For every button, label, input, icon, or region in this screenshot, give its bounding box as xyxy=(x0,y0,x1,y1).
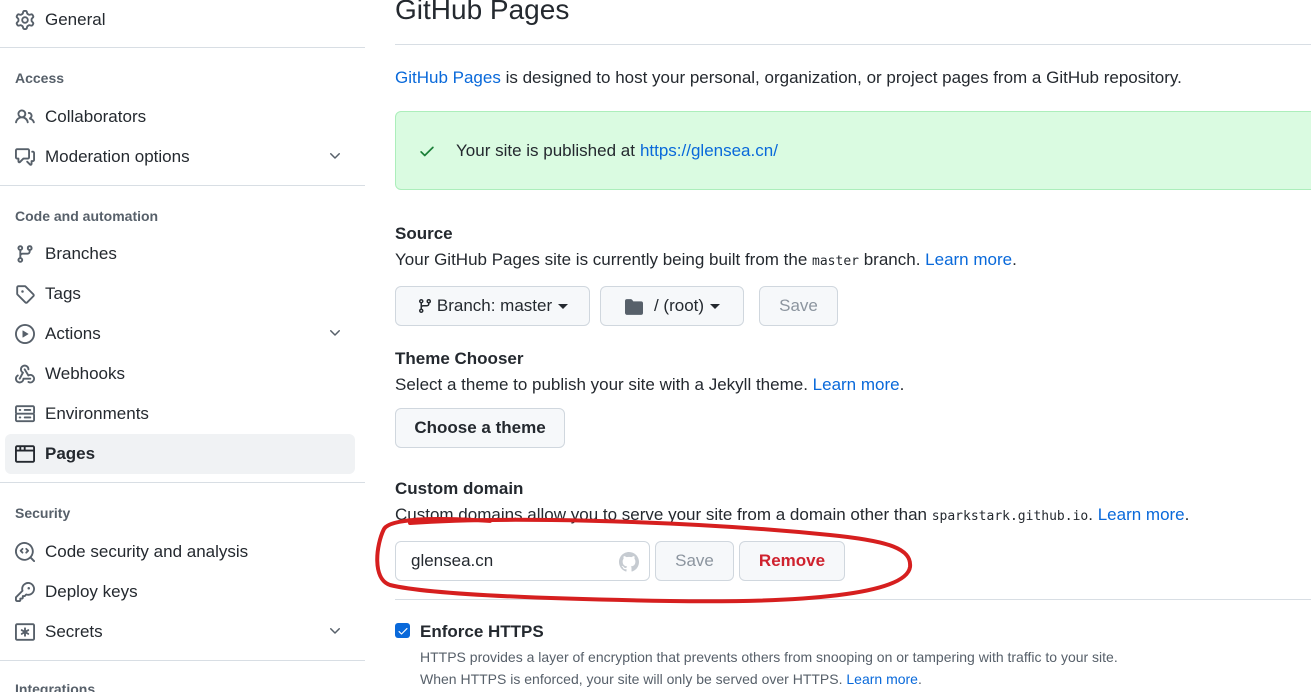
sidebar-item-actions[interactable]: Actions xyxy=(5,314,355,354)
custom-domain-value: glensea.cn xyxy=(411,551,494,570)
github-mark-icon xyxy=(619,552,639,572)
sidebar-item-label: Code security and analysis xyxy=(45,542,249,561)
sidebar-item-label: Actions xyxy=(45,324,101,343)
server-icon xyxy=(14,403,36,425)
source-learn-more-link[interactable]: Learn more xyxy=(925,250,1012,269)
domain-remove-button[interactable]: Remove xyxy=(739,541,845,581)
section-heading-access: Access xyxy=(15,70,65,86)
tag-icon xyxy=(14,283,36,305)
git-branch-icon xyxy=(417,298,433,314)
sidebar-item-label: General xyxy=(45,10,106,29)
webhook-icon xyxy=(14,363,36,385)
gear-icon xyxy=(14,9,36,31)
sidebar-item-moderation[interactable]: Moderation options xyxy=(5,137,355,177)
domain-learn-more-link[interactable]: Learn more xyxy=(1098,505,1185,524)
branch-select-label: Branch: master xyxy=(436,296,553,315)
enforce-https-checkbox[interactable] xyxy=(395,623,410,638)
custom-domain-input[interactable]: glensea.cn xyxy=(395,541,650,581)
source-desc-text: Your GitHub Pages site is currently bein… xyxy=(395,250,813,269)
settings-sidebar: General Access Collaborators Moderation … xyxy=(0,0,365,692)
section-heading-code-automation: Code and automation xyxy=(15,208,159,224)
caret-down-icon xyxy=(710,303,721,309)
divider xyxy=(0,482,365,483)
published-flash: Your site is published at https://glense… xyxy=(395,111,1311,190)
chevron-down-icon[interactable] xyxy=(327,623,343,639)
pages-settings-main: GitHub Pages GitHub Pages is designed to… xyxy=(395,0,1311,692)
sidebar-item-label: Tags xyxy=(45,284,81,303)
sidebar-item-webhooks[interactable]: Webhooks xyxy=(5,354,355,394)
branch-code: master xyxy=(812,254,859,269)
sidebar-item-label: Secrets xyxy=(45,622,103,641)
sidebar-item-general[interactable]: General xyxy=(5,0,355,40)
sidebar-item-environments[interactable]: Environments xyxy=(5,394,355,434)
sidebar-item-label: Deploy keys xyxy=(45,582,138,601)
check-icon xyxy=(418,142,436,160)
theme-learn-more-link[interactable]: Learn more xyxy=(813,375,900,394)
https-help-line2: When HTTPS is enforced, your site will o… xyxy=(420,671,922,687)
flash-text: Your site is published at xyxy=(456,140,635,160)
sidebar-item-collaborators[interactable]: Collaborators xyxy=(5,97,355,137)
custom-domain-heading: Custom domain xyxy=(395,479,524,498)
key-icon xyxy=(14,581,36,603)
branch-select-button[interactable]: Branch: master xyxy=(395,286,590,326)
codescan-icon xyxy=(14,541,36,563)
sidebar-item-label: Collaborators xyxy=(45,107,147,126)
folder-select-label: / (root) xyxy=(653,296,705,315)
browser-icon xyxy=(14,443,36,465)
chevron-down-icon[interactable] xyxy=(327,148,343,164)
sidebar-item-pages[interactable]: Pages xyxy=(5,434,355,474)
page-title: GitHub Pages xyxy=(395,0,570,25)
sidebar-item-branches[interactable]: Branches xyxy=(5,234,355,274)
sidebar-item-label: Environments xyxy=(45,404,149,423)
sidebar-item-label: Branches xyxy=(45,244,117,263)
github-pages-link[interactable]: GitHub Pages xyxy=(395,68,501,87)
divider xyxy=(0,185,365,186)
custom-domain-description: Custom domains allow you to serve your s… xyxy=(395,505,1190,524)
sidebar-item-secrets[interactable]: Secrets xyxy=(5,612,355,652)
divider xyxy=(395,44,1311,45)
theme-desc-text: Select a theme to publish your site with… xyxy=(395,375,813,394)
section-heading-security: Security xyxy=(15,505,71,521)
source-desc-text-2: branch. xyxy=(859,250,926,269)
comment-discussion-icon xyxy=(14,146,36,168)
asterisk-square-icon xyxy=(14,621,36,643)
source-save-button[interactable]: Save xyxy=(759,286,838,326)
https-learn-more-link[interactable]: Learn more xyxy=(846,671,918,687)
site-url-link[interactable]: https://glensea.cn/ xyxy=(640,141,778,161)
folder-select-button[interactable]: / (root) xyxy=(600,286,744,326)
https-help-text: When HTTPS is enforced, your site will o… xyxy=(420,671,847,687)
theme-description: Select a theme to publish your site with… xyxy=(395,375,905,394)
domain-save-button[interactable]: Save xyxy=(655,541,734,581)
divider xyxy=(0,660,365,661)
sidebar-item-code-security[interactable]: Code security and analysis xyxy=(5,532,355,572)
intro-rest: is designed to host your personal, organ… xyxy=(500,68,1182,87)
sidebar-item-label: Moderation options xyxy=(45,147,190,166)
git-branch-icon xyxy=(14,243,36,265)
sidebar-item-label: Pages xyxy=(45,444,96,463)
sidebar-item-deploy-keys[interactable]: Deploy keys xyxy=(5,572,355,612)
chevron-down-icon[interactable] xyxy=(327,325,343,341)
source-heading: Source xyxy=(395,224,453,243)
divider xyxy=(395,599,1311,600)
sidebar-item-label: Webhooks xyxy=(45,364,126,383)
domain-desc-text: Custom domains allow you to serve your s… xyxy=(395,505,932,524)
choose-theme-button[interactable]: Choose a theme xyxy=(395,408,565,448)
domain-desc-text-2: . xyxy=(1088,505,1098,524)
enforce-https-label[interactable]: Enforce HTTPS xyxy=(420,622,544,642)
folder-icon xyxy=(624,298,644,315)
https-help-line1: HTTPS provides a layer of encryption tha… xyxy=(420,649,1118,665)
people-icon xyxy=(14,106,36,128)
play-icon xyxy=(14,323,36,345)
section-heading-integrations: Integrations xyxy=(15,681,96,692)
divider xyxy=(0,47,365,48)
default-domain-code: sparkstark.github.io xyxy=(931,509,1089,524)
theme-heading: Theme Chooser xyxy=(395,349,524,368)
intro-text: GitHub Pages is designed to host your pe… xyxy=(395,68,1182,88)
source-description: Your GitHub Pages site is currently bein… xyxy=(395,250,1017,269)
caret-down-icon xyxy=(558,303,569,309)
sidebar-item-tags[interactable]: Tags xyxy=(5,274,355,314)
